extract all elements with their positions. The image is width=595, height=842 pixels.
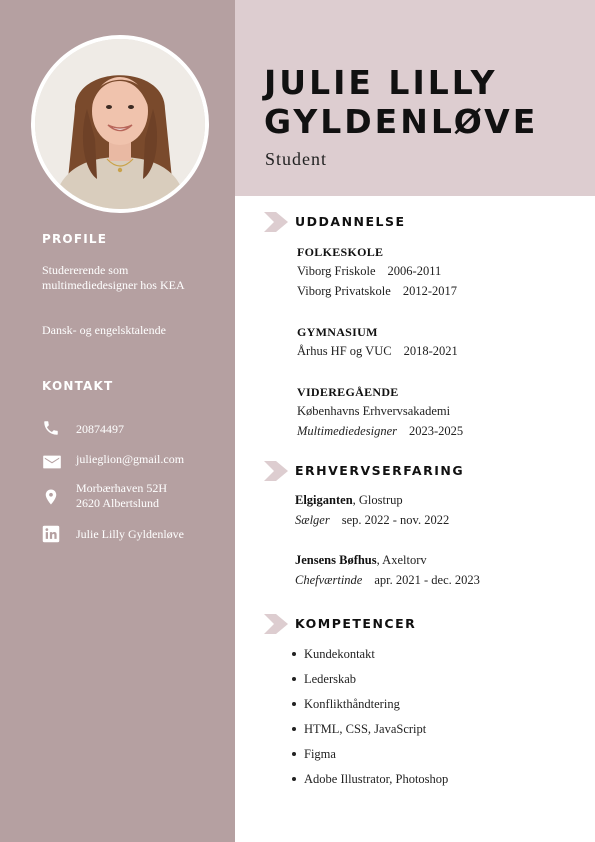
skill-item: Figma (292, 747, 336, 762)
address-line-1: Morbærhaven 52H (76, 481, 167, 495)
skill-item: Adobe Illustrator, Photoshop (292, 772, 448, 787)
bullet-icon (292, 702, 296, 707)
edu-group-label: GYMNASIUM (297, 325, 378, 339)
contact-heading: KONTAKT (42, 379, 114, 393)
job-company: Jensens Bøfhus (295, 553, 377, 567)
edu-row: Viborg Privatskole 2012-2017 (297, 284, 457, 299)
linkedin-name[interactable]: Julie Lilly Gyldenløve (76, 527, 184, 542)
edu-row: Københavns Erhvervsakademi (297, 404, 450, 419)
skill-item: HTML, CSS, JavaScript (292, 722, 426, 737)
email-address[interactable]: julieglion@gmail.com (76, 452, 184, 467)
bullet-icon (292, 727, 296, 732)
contact-email: julieglion@gmail.com (42, 452, 232, 482)
skill-label: Lederskab (304, 672, 357, 686)
edu-group-label: VIDEREGÅENDE (297, 385, 399, 399)
skill-label: Kundekontakt (304, 647, 375, 661)
skills-heading: KOMPETENCER (295, 616, 417, 631)
contact-address: Morbærhaven 52H 2620 Albertslund (42, 481, 232, 517)
job-title-line: Chefværtinde apr. 2021 - dec. 2023 (295, 573, 480, 588)
chevron-right-icon (264, 461, 288, 481)
skill-item: Konflikthåndtering (292, 697, 400, 712)
edu-school: Århus HF og VUC (297, 344, 392, 358)
profile-text: Studererende som multimediedesigner hos … (42, 263, 185, 292)
job-company: Elgiganten (295, 493, 353, 507)
edu-school: Viborg Friskole (297, 264, 376, 278)
edu-school: Københavns Erhvervsakademi (297, 404, 451, 418)
edu-row: Viborg Friskole 2006-2011 (297, 264, 441, 279)
job-period: sep. 2022 - nov. 2022 (341, 513, 450, 527)
edu-years: 2012-2017 (402, 284, 457, 298)
job-company-line: Jensens Bøfhus, Axeltorv (295, 553, 427, 568)
chevron-right-icon (264, 212, 288, 232)
contact-phone: 20874497 (42, 419, 232, 449)
skill-item: Lederskab (292, 672, 356, 687)
name-line-1: JULIE LILLY (264, 63, 498, 102)
contact-linkedin: Julie Lilly Gyldenløve (42, 525, 232, 555)
edu-row: Multimediedesigner 2023-2025 (297, 424, 463, 439)
skill-label: HTML, CSS, JavaScript (304, 722, 427, 736)
phone-icon (42, 419, 62, 439)
skill-item: Kundekontakt (292, 647, 375, 662)
job-title-line: Sælger sep. 2022 - nov. 2022 (295, 513, 449, 528)
experience-heading: ERHVERVSERFARING (295, 463, 465, 478)
edu-row: Århus HF og VUC 2018-2021 (297, 344, 458, 359)
job-title: Chefværtinde (295, 573, 363, 587)
address-line-2: 2620 Albertslund (76, 496, 159, 510)
job-location: , Glostrup (352, 493, 403, 507)
skill-label: Adobe Illustrator, Photoshop (304, 772, 449, 786)
edu-program: Multimediedesigner (297, 424, 397, 438)
education-heading: UDDANNELSE (295, 214, 406, 229)
profile-languages: Dansk- og engelsktalende (42, 323, 166, 337)
edu-school: Viborg Privatskole (297, 284, 391, 298)
edu-years: 2023-2025 (408, 424, 464, 438)
bullet-icon (292, 752, 296, 757)
edu-years: 2018-2021 (403, 344, 458, 358)
location-icon (42, 481, 62, 505)
edu-years: 2006-2011 (387, 264, 442, 278)
full-name: JULIE LILLY GYLDENLØVE (264, 63, 584, 141)
job-title: Sælger (295, 513, 330, 527)
bullet-icon (292, 677, 296, 682)
edu-group-label: FOLKESKOLE (297, 245, 384, 259)
email-icon (42, 452, 62, 472)
job-location: , Axeltorv (376, 553, 427, 567)
skill-label: Konflikthåndtering (304, 697, 400, 711)
linkedin-icon (42, 525, 62, 545)
bullet-icon (292, 652, 296, 657)
profile-photo (31, 35, 209, 213)
bullet-icon (292, 777, 296, 782)
role-title: Student (265, 149, 328, 169)
profile-heading: PROFILE (42, 232, 108, 246)
name-line-2: GYLDENLØVE (264, 102, 539, 141)
chevron-right-icon (264, 614, 288, 634)
job-period: apr. 2021 - dec. 2023 (374, 573, 480, 587)
job-company-line: Elgiganten, Glostrup (295, 493, 403, 508)
skill-label: Figma (304, 747, 336, 761)
phone-number[interactable]: 20874497 (76, 422, 124, 437)
